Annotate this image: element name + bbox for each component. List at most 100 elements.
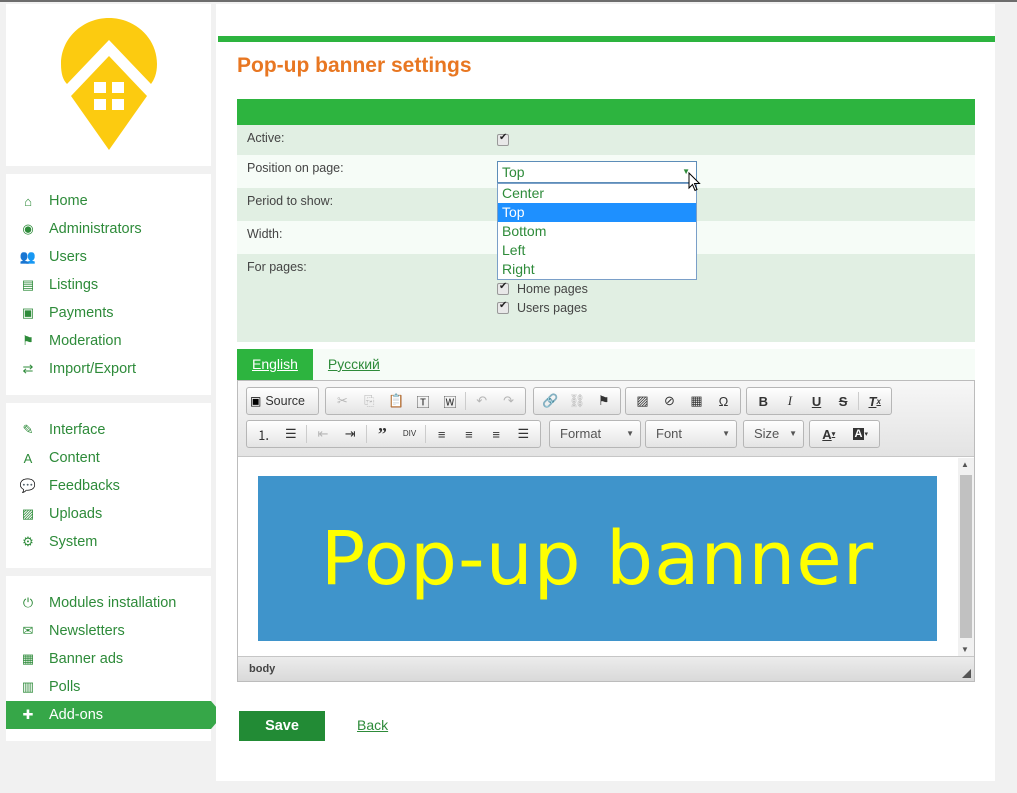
text-color-icon[interactable]: A ▾ <box>813 423 845 445</box>
page-checkbox[interactable] <box>497 281 509 295</box>
sidebar-item-label: Feedbacks <box>49 478 120 494</box>
tab-russian[interactable]: Русский <box>313 349 395 380</box>
italic-icon[interactable]: I <box>777 390 804 412</box>
sidebar-item-uploads[interactable]: ▨ Uploads <box>6 500 211 528</box>
payments-icon: ▣ <box>21 305 35 320</box>
period-label: Period to show: <box>247 194 334 208</box>
sidebar-item-import-export[interactable]: ⇄ Import/Export <box>6 355 211 383</box>
sidebar-item-add-ons[interactable]: ✚ Add-ons <box>6 701 223 729</box>
house-pin-logo-icon <box>60 18 157 150</box>
sidebar-item-users[interactable]: 👥 Users <box>6 243 211 271</box>
bold-icon[interactable]: B <box>750 390 777 412</box>
dropdown-arrow-icon: ▼ <box>722 429 730 438</box>
sidebar-item-system[interactable]: ⚙ System <box>6 528 211 556</box>
sidebar-item-feedbacks[interactable]: 💬 Feedbacks <box>6 472 211 500</box>
users-icon: 👥 <box>19 249 37 264</box>
blockquote-icon[interactable]: ” <box>369 423 396 445</box>
paragraph-group: ⒈ ☰ ⇤ ⇥ ” DIV ≡ ≡ ≡ ☰ <box>246 420 541 448</box>
numbered-list-icon[interactable]: ⒈ <box>250 423 277 445</box>
sidebar-item-newsletters[interactable]: ✉ Newsletters <box>6 617 211 645</box>
sidebar-item-home[interactable]: ⌂ Home <box>6 187 211 215</box>
sidebar-item-polls[interactable]: ▥ Polls <box>6 673 211 701</box>
special-char-omega-icon[interactable]: Ω <box>710 390 737 412</box>
sidebar-item-interface[interactable]: ✎ Interface <box>6 416 211 444</box>
format-label: Format <box>560 426 602 441</box>
undo-icon[interactable]: ↶ <box>468 390 495 412</box>
sidebar-item-administrators[interactable]: ◉ Administrators <box>6 215 211 243</box>
nav-group: ✎ Interface A Content 💬 Feedbacks ▨ Uploads ⚙ Sys… <box>6 403 211 568</box>
position-option-right[interactable]: Right <box>498 260 696 279</box>
save-button[interactable]: Save <box>239 711 325 741</box>
page-checkbox[interactable] <box>497 300 509 314</box>
back-link[interactable]: Back <box>357 717 388 733</box>
logo[interactable] <box>6 4 211 166</box>
background-color-icon[interactable]: A ▾ <box>845 423 877 445</box>
uploads-icon: ▨ <box>21 506 35 521</box>
scrollbar-thumb[interactable] <box>960 475 972 638</box>
align-justify-icon[interactable]: ☰ <box>510 423 537 445</box>
row-active: Active: <box>237 125 975 155</box>
unlink-icon[interactable]: ⛓ <box>564 390 591 412</box>
scroll-down-icon[interactable]: ▼ <box>961 645 969 654</box>
link-icon[interactable]: 🔗 <box>537 390 564 412</box>
sidebar-item-moderation[interactable]: ⚑ Moderation <box>6 327 211 355</box>
table-icon[interactable]: ▦ <box>683 390 710 412</box>
copy-icon[interactable]: ⎘ <box>356 390 383 412</box>
newsletters-icon: ✉ <box>22 623 34 638</box>
position-option-bottom[interactable]: Bottom <box>498 222 696 241</box>
position-select[interactable]: Top ▼ <box>497 161 697 183</box>
editor-toolbar: ▣ Source ✂ ⎘ 📋 🅃 🅆 ↶ ↷ 🔗 ⛓ ⚑ ▨ ⊘ ▦ Ω B I <box>238 381 974 457</box>
sidebar-item-label: Import/Export <box>49 361 137 377</box>
remove-format-icon[interactable]: Tx <box>861 390 888 412</box>
source-label: Source <box>265 394 305 408</box>
editor-scrollbar[interactable]: ▲ ▼ <box>958 458 974 656</box>
header-accent-bar <box>218 36 995 42</box>
style-group: B I U S Tx <box>746 387 892 415</box>
indent-icon[interactable]: ⇥ <box>337 423 364 445</box>
for-pages-label: For pages: <box>247 260 307 274</box>
paste-icon[interactable]: 📋 <box>383 390 410 412</box>
align-left-icon[interactable]: ≡ <box>428 423 455 445</box>
active-checkbox[interactable] <box>497 132 509 146</box>
sidebar-item-listings[interactable]: ▤ Listings <box>6 271 211 299</box>
polls-icon: ▥ <box>21 679 35 694</box>
resize-handle-icon[interactable] <box>962 669 971 678</box>
outdent-icon[interactable]: ⇤ <box>309 423 336 445</box>
position-option-center[interactable]: Center <box>498 184 696 203</box>
editor-content-area[interactable]: Pop-up banner ▲ ▼ <box>238 458 974 656</box>
tab-english[interactable]: English <box>237 349 313 380</box>
sidebar-item-payments[interactable]: ▣ Payments <box>6 299 211 327</box>
strike-icon[interactable]: S <box>830 390 857 412</box>
sidebar-item-label: Users <box>49 249 87 265</box>
size-combo[interactable]: Size ▼ <box>743 420 804 448</box>
font-label: Font <box>656 426 683 441</box>
modules-installation-icon: ⏻ <box>22 595 34 610</box>
page-title: Pop-up banner settings <box>237 54 472 77</box>
align-right-icon[interactable]: ≡ <box>483 423 510 445</box>
sidebar-item-modules-installation[interactable]: ⏻ Modules installation <box>6 589 211 617</box>
language-tabs: English Русский <box>237 349 975 380</box>
source-button[interactable]: ▣ Source <box>246 387 319 415</box>
scroll-up-icon[interactable]: ▲ <box>961 460 969 469</box>
image-icon[interactable]: ▨ <box>629 390 656 412</box>
paste-word-icon[interactable]: 🅆 <box>436 390 463 412</box>
underline-icon[interactable]: U <box>803 390 830 412</box>
feedbacks-icon: 💬 <box>19 478 37 493</box>
font-combo[interactable]: Font ▼ <box>645 420 737 448</box>
dropdown-arrow-icon: ▼ <box>789 429 797 438</box>
redo-icon[interactable]: ↷ <box>495 390 522 412</box>
sidebar-item-content[interactable]: A Content <box>6 444 211 472</box>
anchor-flag-icon[interactable]: ⚑ <box>590 390 617 412</box>
flash-icon[interactable]: ⊘ <box>656 390 683 412</box>
format-combo[interactable]: Format ▼ <box>549 420 641 448</box>
align-center-icon[interactable]: ≡ <box>455 423 482 445</box>
editor-status-bar: body <box>238 656 974 681</box>
paste-text-icon[interactable]: 🅃 <box>410 390 437 412</box>
element-path-body[interactable]: body <box>249 663 275 675</box>
sidebar-item-banner-ads[interactable]: ▦ Banner ads <box>6 645 211 673</box>
cut-icon[interactable]: ✂ <box>329 390 356 412</box>
div-container-icon[interactable]: DIV <box>396 423 423 445</box>
position-option-top[interactable]: Top <box>498 203 696 222</box>
position-option-left[interactable]: Left <box>498 241 696 260</box>
bulleted-list-icon[interactable]: ☰ <box>277 423 304 445</box>
